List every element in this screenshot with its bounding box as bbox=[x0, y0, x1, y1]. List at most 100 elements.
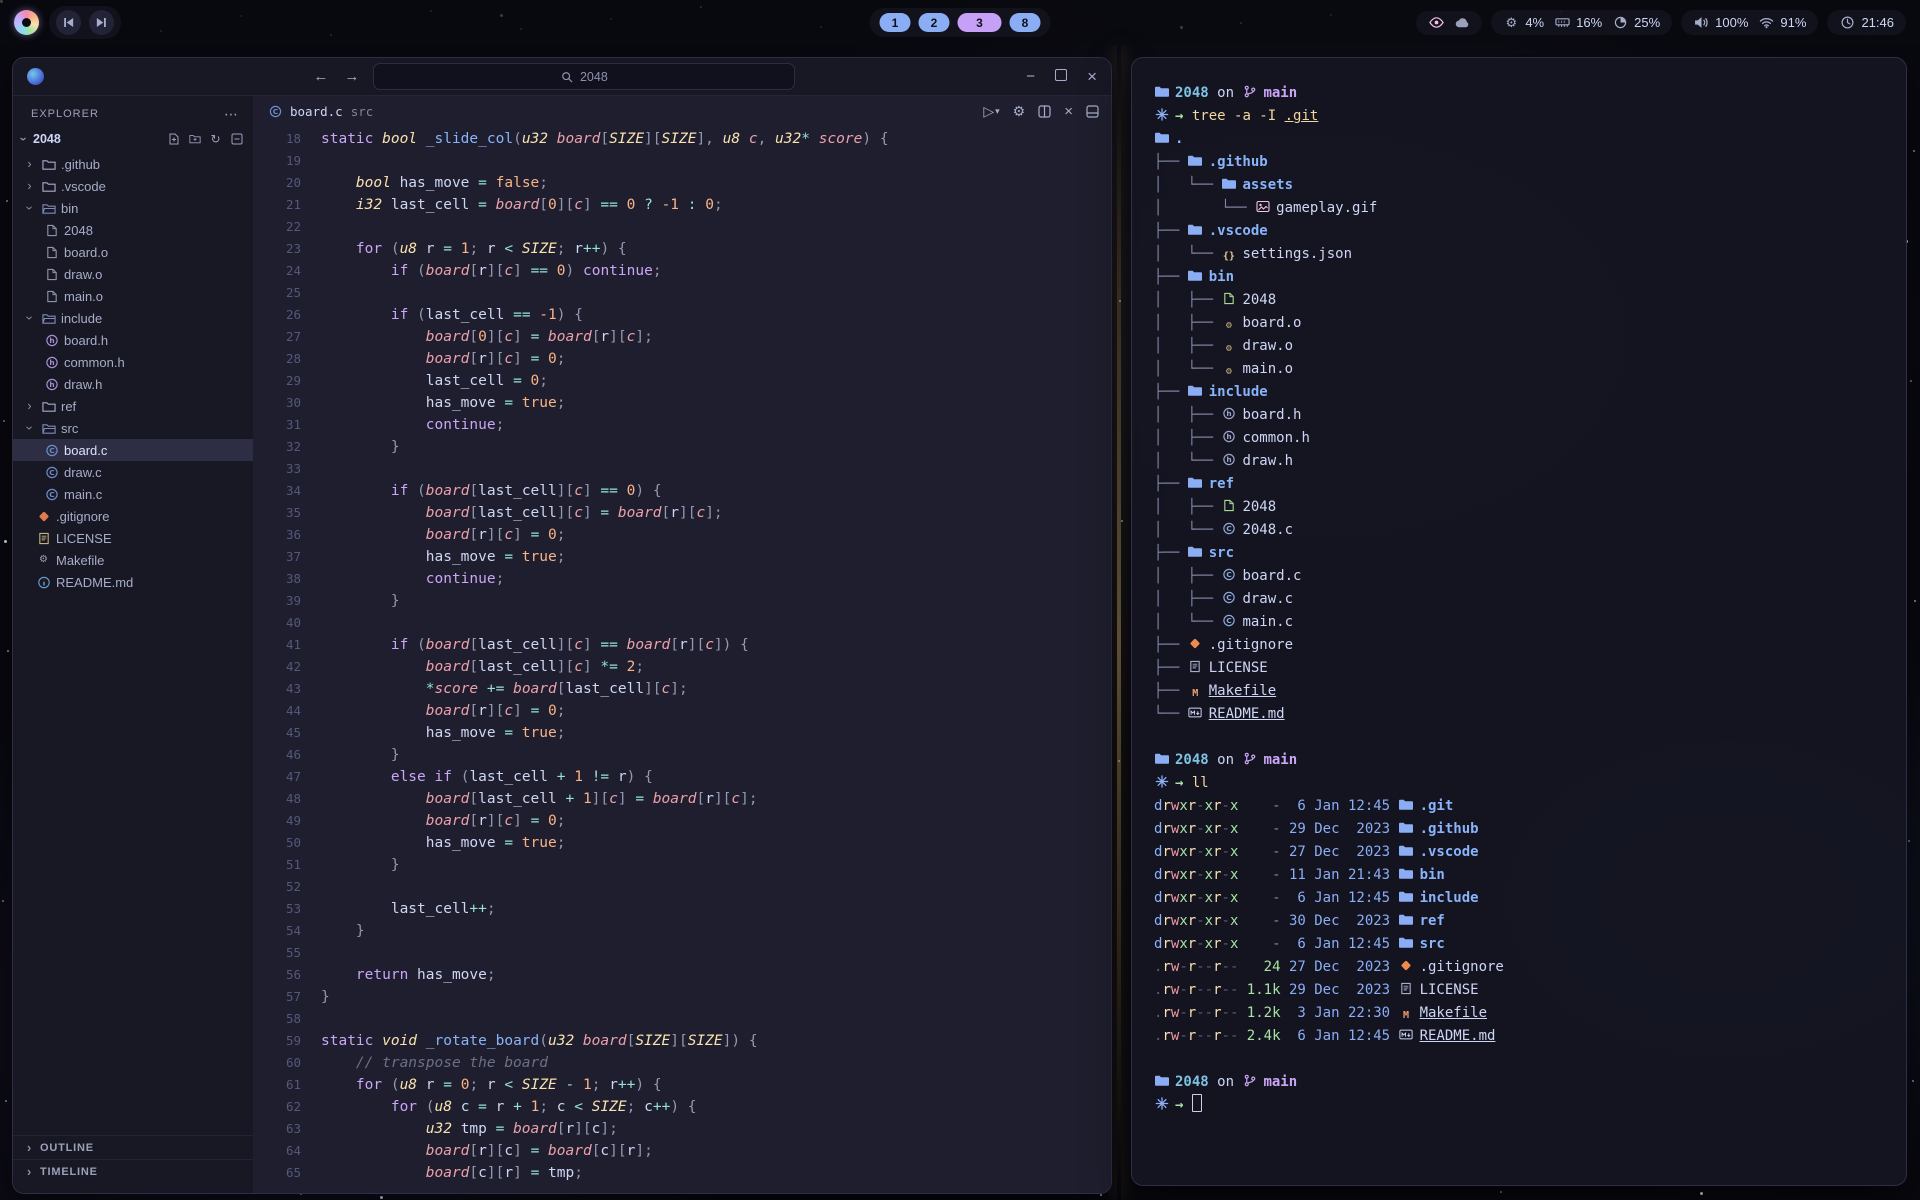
folder-icon bbox=[1221, 177, 1236, 190]
line-number: 18 bbox=[253, 128, 321, 150]
panel-label: TIMELINE bbox=[40, 1166, 98, 1178]
refresh-icon[interactable]: ↻ bbox=[209, 133, 222, 146]
tree-item-src[interactable]: ›src bbox=[13, 417, 253, 439]
maximize-button[interactable] bbox=[1055, 69, 1067, 84]
media-next-button[interactable] bbox=[89, 10, 114, 35]
media-previous-button[interactable] bbox=[56, 10, 81, 35]
settings-gear-icon[interactable]: ⚙ bbox=[1013, 104, 1026, 118]
workspace-2[interactable]: 2 bbox=[919, 13, 950, 32]
panel-outline[interactable]: ›OUTLINE bbox=[13, 1135, 253, 1159]
file-icon bbox=[44, 267, 59, 281]
tree-item-include[interactable]: ›include bbox=[13, 307, 253, 329]
tree-item-common.h[interactable]: hcommon.h bbox=[13, 351, 253, 373]
tree-item-label: include bbox=[61, 311, 102, 326]
breadcrumb-path[interactable]: src bbox=[351, 104, 374, 119]
folder-icon bbox=[1188, 476, 1203, 489]
tree-item-2048[interactable]: 2048 bbox=[13, 219, 253, 241]
close-editor-icon[interactable]: × bbox=[1064, 104, 1073, 119]
tree-item-.vscode[interactable]: ›.vscode bbox=[13, 175, 253, 197]
tree-item-draw.h[interactable]: hdraw.h bbox=[13, 373, 253, 395]
workspace-1[interactable]: 1 bbox=[880, 13, 911, 32]
split-editor-icon[interactable] bbox=[1038, 105, 1051, 118]
caret-down-icon: ▾ bbox=[995, 107, 1000, 116]
tree-item-bin[interactable]: ›bin bbox=[13, 197, 253, 219]
tree-item-.gitignore[interactable]: .gitignore bbox=[13, 505, 253, 527]
code-line-text: has_move = true; bbox=[321, 722, 565, 744]
nav-back-icon[interactable]: ← bbox=[313, 69, 328, 84]
project-name: 2048 bbox=[33, 132, 61, 146]
terminal-line-13: ├── include bbox=[1154, 381, 1906, 404]
new-folder-icon[interactable] bbox=[188, 133, 201, 146]
minimize-button[interactable]: − bbox=[1026, 69, 1035, 84]
command-center-search[interactable]: 2048 bbox=[373, 63, 795, 90]
run-button[interactable]: ▷▾ bbox=[983, 104, 999, 118]
svg-text:C: C bbox=[1226, 616, 1231, 625]
editor-titlebar[interactable]: ← → 2048 − × bbox=[13, 58, 1111, 96]
panel-timeline[interactable]: ›TIMELINE bbox=[13, 1159, 253, 1183]
system-logo-icon[interactable] bbox=[14, 10, 39, 35]
svg-text:C: C bbox=[49, 490, 54, 499]
layout-panel-icon[interactable] bbox=[1086, 105, 1099, 118]
tree-item-board.h[interactable]: hboard.h bbox=[13, 329, 253, 351]
code-line-58: 58 bbox=[253, 1008, 1111, 1030]
folder-icon bbox=[1188, 269, 1203, 282]
snow-icon bbox=[1154, 108, 1169, 121]
terminal-line-0: 2048 on main bbox=[1154, 82, 1906, 105]
tree-item-Makefile[interactable]: ⚙Makefile bbox=[13, 549, 253, 571]
line-number: 58 bbox=[253, 1008, 321, 1030]
explorer-header: EXPLORER ⋯ bbox=[13, 101, 253, 127]
close-button[interactable]: × bbox=[1087, 68, 1097, 85]
wifi-icon bbox=[1758, 16, 1774, 30]
code-line-64: 64 board[r][c] = board[c][r]; bbox=[253, 1140, 1111, 1162]
explorer-more-icon[interactable]: ⋯ bbox=[224, 106, 239, 123]
object-icon: ⚙ bbox=[1221, 320, 1236, 333]
tree-item-main.o[interactable]: main.o bbox=[13, 285, 253, 307]
folder-icon bbox=[1399, 936, 1414, 949]
terminal-line-25: ├── LICENSE bbox=[1154, 657, 1906, 680]
code-area[interactable]: 18static bool _slide_col(u32 board[SIZE]… bbox=[253, 126, 1111, 1193]
topbar-left bbox=[14, 6, 121, 39]
tree-item-board.o[interactable]: board.o bbox=[13, 241, 253, 263]
line-number: 42 bbox=[253, 656, 321, 678]
tree-item-main.c[interactable]: Cmain.c bbox=[13, 483, 253, 505]
project-root[interactable]: › 2048 ↻ bbox=[13, 127, 253, 151]
c-badge-icon: C bbox=[44, 443, 59, 457]
folder-icon bbox=[1399, 867, 1414, 880]
folder-icon bbox=[1399, 890, 1414, 903]
code-line-text: if (board[last_cell][c] == 0) { bbox=[321, 480, 662, 502]
code-line-41: 41 if (board[last_cell][c] == board[r][c… bbox=[253, 634, 1111, 656]
tree-item-label: 2048 bbox=[64, 223, 93, 238]
editor-pane: C board.c src ▷▾ ⚙ × 18static bool _slid… bbox=[253, 96, 1111, 1193]
nav-forward-icon[interactable]: → bbox=[344, 69, 359, 84]
line-number: 28 bbox=[253, 348, 321, 370]
code-line-text: has_move = true; bbox=[321, 832, 565, 854]
terminal-line-41: .rw-r--r-- 2.4k 6 Jan 12:45 README.md bbox=[1154, 1025, 1906, 1048]
wallpaper-light-pillar bbox=[1117, 45, 1121, 1200]
tree-item-board.c[interactable]: Cboard.c bbox=[13, 439, 253, 461]
tree-item-LICENSE[interactable]: LICENSE bbox=[13, 527, 253, 549]
collapse-all-icon[interactable] bbox=[230, 133, 243, 146]
new-file-icon[interactable] bbox=[167, 133, 180, 146]
explorer-title: EXPLORER bbox=[31, 108, 99, 120]
eye-widget bbox=[1428, 16, 1444, 30]
workspace-8[interactable]: 8 bbox=[1010, 13, 1041, 32]
workspace-3-active[interactable]: 3 bbox=[958, 13, 1002, 32]
tree-item-README.md[interactable]: README.md bbox=[13, 571, 253, 593]
line-number: 24 bbox=[253, 260, 321, 282]
tree-item-draw.o[interactable]: draw.o bbox=[13, 263, 253, 285]
terminal-line-17: ├── ref bbox=[1154, 473, 1906, 496]
line-number: 41 bbox=[253, 634, 321, 656]
history-nav: ← → bbox=[313, 69, 359, 84]
terminal-window[interactable]: 2048 on main→ tree -a -I .git.├── .githu… bbox=[1131, 57, 1907, 1186]
tree-item-.github[interactable]: ›.github bbox=[13, 153, 253, 175]
folder-open-icon bbox=[41, 201, 56, 215]
tree-item-draw.c[interactable]: Cdraw.c bbox=[13, 461, 253, 483]
tree-item-ref[interactable]: ›ref bbox=[13, 395, 253, 417]
tree-item-label: draw.h bbox=[64, 377, 102, 392]
breadcrumb-file[interactable]: board.c bbox=[290, 104, 343, 119]
svg-text:h: h bbox=[1226, 432, 1231, 441]
git-icon bbox=[1399, 959, 1414, 972]
code-line-text: bool has_move = false; bbox=[321, 172, 548, 194]
ram-widget: 16% bbox=[1554, 15, 1602, 30]
editor-window: ← → 2048 − × EXPLORER ⋯ › 2048 bbox=[12, 57, 1112, 1194]
